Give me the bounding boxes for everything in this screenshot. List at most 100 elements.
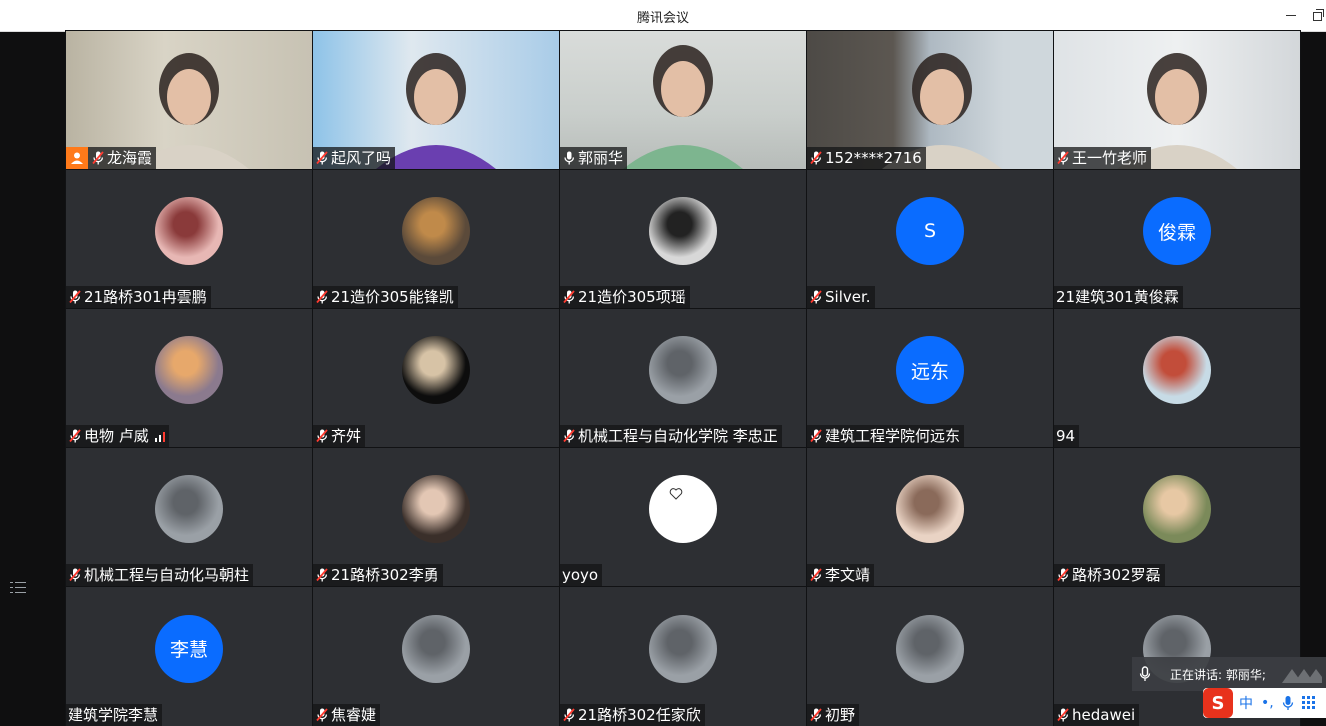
participant-list-icon[interactable] xyxy=(10,580,26,596)
mic-muted-icon xyxy=(316,290,328,304)
participant-grid: 龙海霞 起风了吗 郭丽华 152****2716 王一竹老师 21路桥301冉雲鹏 21造价… xyxy=(65,30,1301,726)
avatar xyxy=(649,336,717,404)
participant-name: Silver. xyxy=(825,288,871,306)
participant-tile[interactable]: yoyo xyxy=(559,447,807,587)
mic-muted-icon xyxy=(810,151,822,165)
participant-tile[interactable]: 郭丽华 xyxy=(559,30,807,170)
ime-mode[interactable]: 中 xyxy=(1239,693,1253,713)
avatar xyxy=(402,336,470,404)
window-title: 腾讯会议 xyxy=(636,11,689,26)
avatar xyxy=(649,475,717,543)
avatar xyxy=(896,475,964,543)
participant-name: hedawei xyxy=(1072,706,1136,724)
participant-name: 21路桥302任家欣 xyxy=(578,706,701,724)
ime-mic-icon[interactable] xyxy=(1282,695,1294,711)
name-tag: 齐舛 xyxy=(313,425,366,447)
ime-keyboard-icon[interactable] xyxy=(1301,696,1316,710)
participant-tile[interactable]: 电物 卢威 xyxy=(65,308,313,448)
participant-tile[interactable]: 俊霖 21建筑301黄俊霖 xyxy=(1053,169,1301,309)
participant-name: 李文靖 xyxy=(825,566,871,584)
name-tag: 机械工程与自动化马朝柱 xyxy=(66,564,254,586)
mic-muted-icon xyxy=(1057,151,1069,165)
title-bar: 腾讯会议 xyxy=(0,0,1326,32)
participant-tile[interactable]: 机械工程与自动化马朝柱 xyxy=(65,447,313,587)
participant-name: 21路桥301冉雲鹏 xyxy=(84,288,207,306)
participant-tile[interactable]: S Silver. xyxy=(806,169,1054,309)
participant-tile[interactable]: 21路桥301冉雲鹏 xyxy=(65,169,313,309)
participant-name: 21建筑301黄俊霖 xyxy=(1056,288,1179,306)
mic-muted-icon xyxy=(316,429,328,443)
participant-name: 起风了吗 xyxy=(331,149,392,167)
avatar xyxy=(155,336,223,404)
participant-name: 郭丽华 xyxy=(578,149,624,167)
participant-name: 建筑学院李慧 xyxy=(68,706,159,724)
participant-name: 21造价305能锋凯 xyxy=(331,288,454,306)
participant-name: 焦睿婕 xyxy=(331,706,377,724)
participant-name: 齐舛 xyxy=(331,427,362,445)
avatar: S xyxy=(896,197,964,265)
name-tag: 21路桥301冉雲鹏 xyxy=(66,286,211,308)
mic-muted-icon xyxy=(563,429,575,443)
participant-tile[interactable]: 21造价305能锋凯 xyxy=(312,169,560,309)
participant-name: 王一竹老师 xyxy=(1072,149,1148,167)
name-tag: 21造价305能锋凯 xyxy=(313,286,458,308)
name-tag: 机械工程与自动化学院 李忠正 xyxy=(560,425,782,447)
mic-muted-icon xyxy=(810,429,822,443)
pattern-icon xyxy=(1282,669,1322,683)
participant-tile[interactable]: 152****2716 xyxy=(806,30,1054,170)
participant-tile[interactable]: 远东建筑工程学院何远东 xyxy=(806,308,1054,448)
participant-tile[interactable]: 94 xyxy=(1053,308,1301,448)
participant-name: 电物 卢威 xyxy=(84,427,149,445)
participant-name: 152****2716 xyxy=(825,149,922,167)
avatar xyxy=(155,475,223,543)
avatar xyxy=(649,614,717,683)
minimize-button[interactable] xyxy=(1282,6,1300,24)
participant-tile[interactable]: 路桥302罗磊 xyxy=(1053,447,1301,587)
name-tag: 21建筑301黄俊霖 xyxy=(1054,286,1183,308)
avatar: 远东 xyxy=(896,336,964,404)
avatar xyxy=(155,197,223,265)
name-tag: hedawei xyxy=(1054,704,1140,726)
participant-name: 龙海霞 xyxy=(107,149,153,167)
participant-tile[interactable]: 21造价305项瑶 xyxy=(559,169,807,309)
name-tag: 郭丽华 xyxy=(560,147,628,169)
participant-tile[interactable]: 王一竹老师 xyxy=(1053,30,1301,170)
participant-name: 机械工程与自动化学院 李忠正 xyxy=(578,427,778,445)
name-tag: 王一竹老师 xyxy=(1054,147,1152,169)
participant-tile[interactable]: 齐舛 xyxy=(312,308,560,448)
ime-toolbar[interactable]: S 中 •, xyxy=(1203,688,1326,718)
avatar xyxy=(1143,475,1211,543)
mic-muted-icon xyxy=(810,568,822,582)
mic-muted-icon xyxy=(810,290,822,304)
participant-tile[interactable]: 21路桥302李勇 xyxy=(312,447,560,587)
ime-punct[interactable]: •, xyxy=(1261,695,1274,711)
mic-muted-icon xyxy=(316,708,328,722)
participant-tile[interactable]: 21路桥302任家欣 xyxy=(559,586,807,726)
name-tag: 路桥302罗磊 xyxy=(1054,564,1165,586)
name-tag: 21路桥302任家欣 xyxy=(560,704,705,726)
mic-muted-icon xyxy=(1057,568,1069,582)
restore-button[interactable] xyxy=(1310,6,1326,24)
mic-muted-icon xyxy=(316,568,328,582)
participant-tile[interactable]: 机械工程与自动化学院 李忠正 xyxy=(559,308,807,448)
participant-tile[interactable]: 起风了吗 xyxy=(312,30,560,170)
avatar: 李慧 xyxy=(155,614,223,683)
mic-muted-icon xyxy=(92,151,104,165)
participant-tile[interactable]: 李文靖 xyxy=(806,447,1054,587)
mic-icon xyxy=(1139,666,1151,681)
participant-tile[interactable]: 龙海霞 xyxy=(65,30,313,170)
participant-name: 21路桥302李勇 xyxy=(331,566,439,584)
participant-tile[interactable]: 初野 xyxy=(806,586,1054,726)
name-tag: 李文靖 xyxy=(807,564,875,586)
participant-tile[interactable]: 李慧建筑学院李慧 xyxy=(65,586,313,726)
participant-name: 建筑工程学院何远东 xyxy=(825,427,961,445)
avatar: 俊霖 xyxy=(1143,197,1211,265)
ime-logo[interactable]: S xyxy=(1203,688,1233,718)
name-tag: 起风了吗 xyxy=(313,147,396,169)
participant-tile[interactable]: 焦睿婕 xyxy=(312,586,560,726)
name-tag: 龙海霞 xyxy=(66,147,157,169)
name-tag: 电物 卢威 xyxy=(66,425,169,447)
avatar xyxy=(1143,336,1211,404)
name-tag: 初野 xyxy=(807,704,860,726)
name-tag: 152****2716 xyxy=(807,147,926,169)
